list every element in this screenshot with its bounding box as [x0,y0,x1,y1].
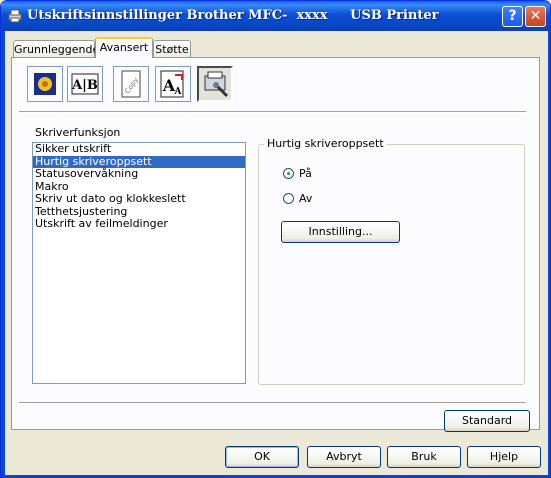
cancel-button[interactable]: Avbryt [307,446,381,468]
window-title: Utskriftsinnstillinger Brother MFC- xxxx… [27,8,439,23]
printer-icon [8,9,22,23]
standard-button[interactable]: Standard [444,410,530,432]
watermark-icon: Copy [121,70,141,98]
list-item[interactable]: Sikker utskrift [33,142,245,156]
device-options-button[interactable] [197,66,233,102]
help-button[interactable]: Hjelp [467,446,541,468]
settings-button[interactable]: Innstilling... [281,221,400,243]
title-bar[interactable]: Utskriftsinnstillinger Brother MFC- xxxx… [1,1,550,31]
device-options-icon [204,71,229,98]
duplex-button[interactable]: A|B [67,66,103,102]
list-item[interactable]: Utskrift av feilmeldinger [33,217,245,231]
list-item[interactable]: Skriv ut dato og klokkeslett [33,192,245,206]
quality-button[interactable] [27,66,63,102]
quick-setup-title: Hurtig skriveroppsett [264,137,387,150]
bottom-separator [19,402,526,404]
function-list[interactable]: Sikker utskrift Hurtig skriveroppsett St… [32,142,246,384]
function-list-label: Skriverfunksjon [35,126,121,139]
on-radio-label[interactable]: På [299,167,312,180]
duplex-icon: A|B [71,73,99,95]
list-item[interactable]: Statusovervåkning [33,167,245,181]
scaling-button[interactable]: A A [155,66,191,102]
off-radio[interactable] [283,193,294,204]
dialog-window: Utskriftsinnstillinger Brother MFC- xxxx… [0,0,551,478]
tab-avansert[interactable]: Avansert [95,37,153,58]
window-border-left [1,31,5,477]
help-title-button[interactable]: ? [502,6,523,27]
quality-icon [34,73,56,95]
ok-button[interactable]: OK [225,446,299,468]
quick-setup-group [258,144,525,385]
svg-text:A: A [174,87,183,97]
off-radio-label[interactable]: Av [299,192,312,205]
scaling-icon: A A [160,70,184,98]
tab-stotte[interactable]: Støtte [153,40,191,58]
close-button[interactable]: ✕ [525,6,546,27]
watermark-button[interactable]: Copy [113,66,149,102]
toolbar-separator [19,111,526,113]
svg-text:A|B: A|B [71,78,98,93]
tab-grunnleggende[interactable]: Grunnleggende [13,40,99,58]
on-radio[interactable] [283,168,294,179]
apply-button[interactable]: Bruk [387,446,461,468]
